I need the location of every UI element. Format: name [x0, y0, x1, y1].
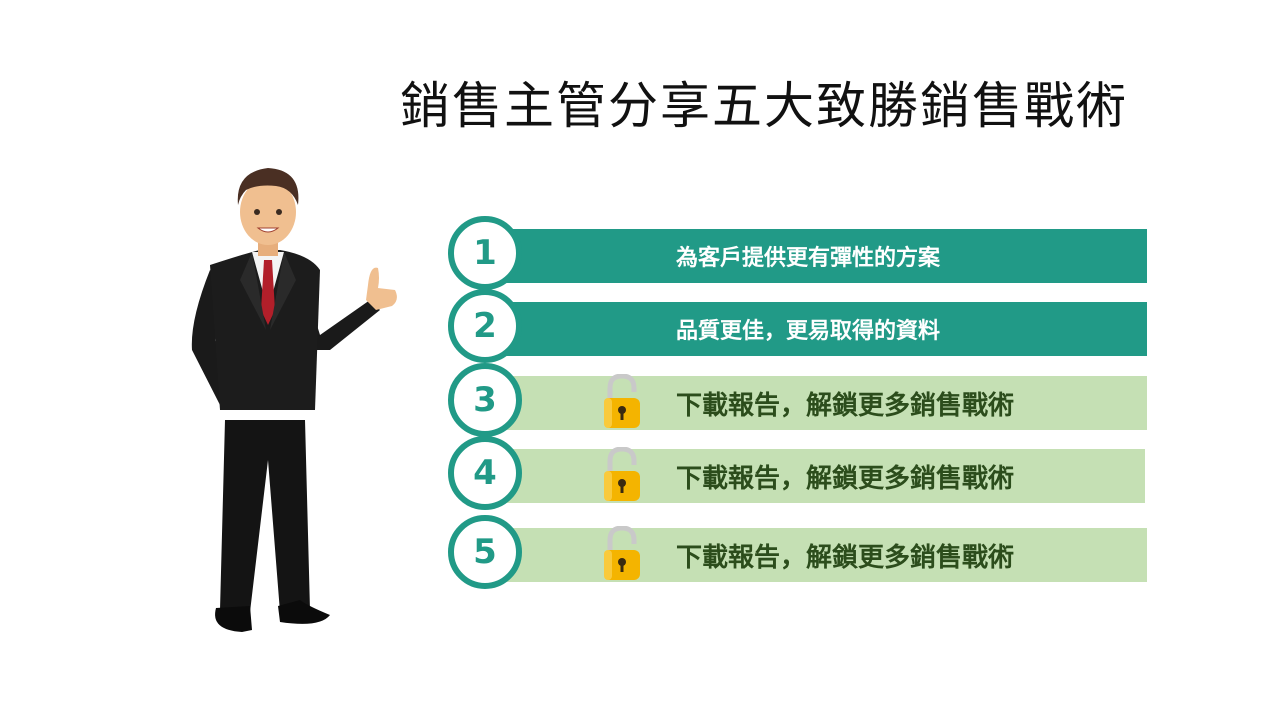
item-bar[interactable]: 下載報告，解鎖更多銷售戰術 — [498, 374, 1147, 430]
item-bar: 為客戶提供更有彈性的方案 — [498, 229, 1147, 283]
businessman-illustration — [191, 168, 397, 632]
item-bar: 品質更佳，更易取得的資料 — [498, 302, 1147, 356]
item-number-badge: 2 — [448, 289, 522, 363]
item-text: 下載報告，解鎖更多銷售戰術 — [676, 390, 1015, 421]
item-text: 下載報告，解鎖更多銷售戰術 — [676, 463, 1015, 494]
lock-icon — [604, 526, 640, 580]
item-number-badge: 4 — [448, 436, 522, 510]
lock-icon — [604, 374, 640, 428]
lock-icon — [604, 447, 640, 501]
item-bar[interactable]: 下載報告，解鎖更多銷售戰術 — [498, 447, 1145, 503]
item-bar[interactable]: 下載報告，解鎖更多銷售戰術 — [498, 526, 1147, 582]
item-number-badge: 1 — [448, 216, 522, 290]
item-number-badge: 5 — [448, 515, 522, 589]
page-title: 銷售主管分享五大致勝銷售戰術 — [400, 77, 1128, 135]
item-text: 下載報告，解鎖更多銷售戰術 — [676, 542, 1015, 573]
item-text: 品質更佳，更易取得的資料 — [676, 319, 941, 344]
item-text: 為客戶提供更有彈性的方案 — [676, 246, 941, 271]
item-number-badge: 3 — [448, 363, 522, 437]
